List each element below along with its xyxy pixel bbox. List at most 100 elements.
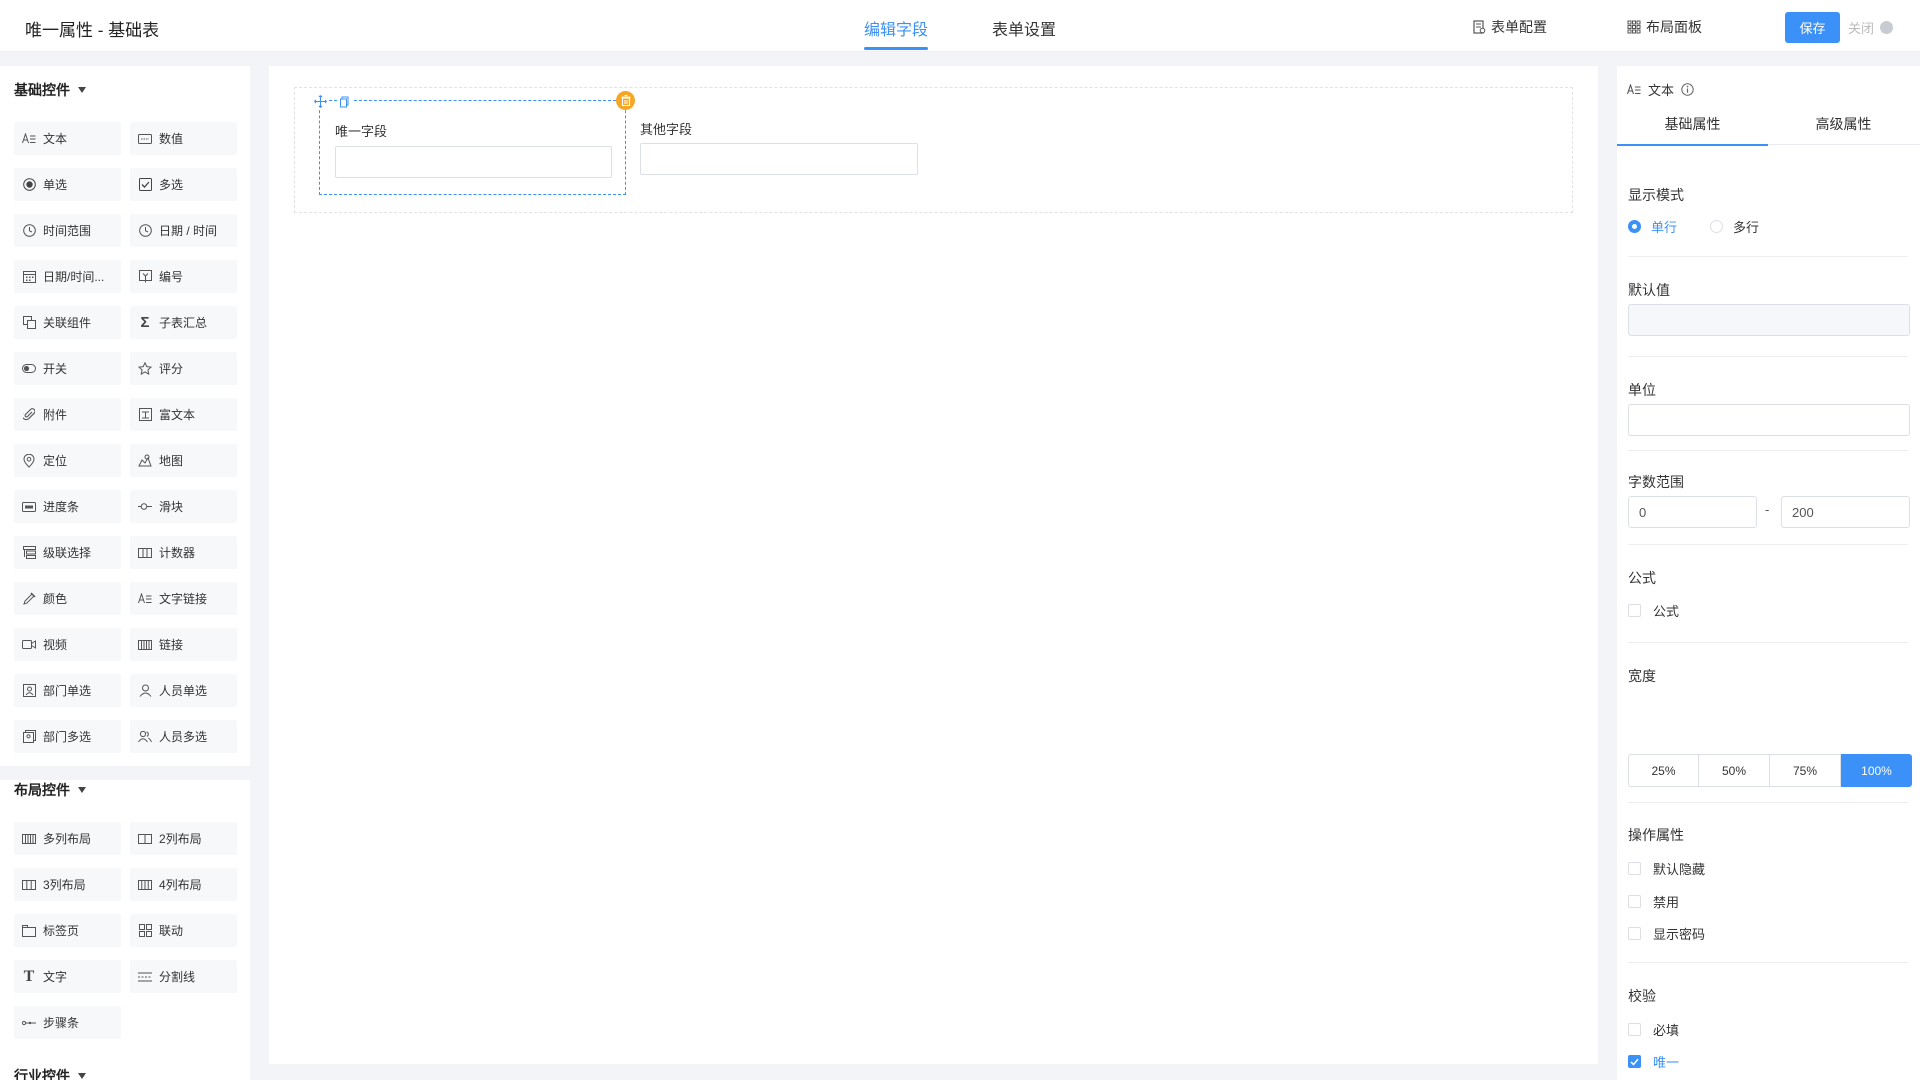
sigma-icon: Σ	[140, 314, 150, 331]
checkbox-disabled[interactable]: 禁用	[1628, 892, 1679, 911]
char-range-max-input[interactable]: 200	[1781, 496, 1910, 528]
widget-star[interactable]: 评分	[130, 352, 237, 385]
progress-icon	[22, 500, 36, 514]
widget-toggle[interactable]: 开关	[14, 352, 121, 385]
width-option-50[interactable]: 50%	[1699, 754, 1770, 787]
widget-clock[interactable]: 日期 / 时间	[130, 214, 237, 247]
checkbox-required[interactable]: 必填	[1628, 1020, 1679, 1039]
field-input-other[interactable]	[640, 143, 918, 175]
widget-label: 文字链接	[159, 592, 208, 606]
text-link-icon	[138, 592, 152, 606]
widget-label: 地图	[159, 454, 184, 468]
clock-icon	[22, 224, 36, 238]
width-option-100[interactable]: 100%	[1841, 754, 1912, 787]
tab-basic-properties[interactable]: 基础属性	[1617, 103, 1768, 146]
field-unique-selected[interactable]: 唯一字段	[313, 91, 635, 195]
tab-advanced-properties[interactable]: 高级属性	[1768, 103, 1919, 145]
widget-label: 进度条	[43, 500, 80, 514]
widget-departments[interactable]: 部门多选	[14, 720, 121, 753]
widget-steps[interactable]: 步骤条	[14, 1006, 121, 1039]
department-icon	[22, 684, 36, 698]
widget-users[interactable]: 人员多选	[130, 720, 237, 753]
form-config-label: 表单配置	[1491, 19, 1547, 35]
widget-label: 关联组件	[43, 316, 92, 330]
toggle-icon	[22, 362, 36, 376]
divider	[1628, 356, 1908, 357]
widget-text[interactable]: 文本	[14, 122, 121, 155]
four-columns-icon	[138, 878, 152, 892]
widget-user[interactable]: 人员单选	[130, 674, 237, 707]
widget-tabs[interactable]: 标签页	[14, 914, 121, 947]
checkbox-formula[interactable]: 公式	[1628, 601, 1679, 620]
move-handle-icon[interactable]	[313, 94, 328, 109]
properties-panel: 文本 基础属性 高级属性 显示模式 单行 多行 默认值 单位 字数范围 0 - …	[1617, 66, 1920, 1080]
widget-paperclip[interactable]: 附件	[14, 398, 121, 431]
widget-text-link[interactable]: 文字链接	[130, 582, 237, 615]
star-icon	[138, 362, 152, 376]
field-input-unique[interactable]	[335, 146, 612, 178]
delete-field-icon[interactable]	[616, 91, 635, 110]
widget-number[interactable]: 数值	[130, 122, 237, 155]
widget-video[interactable]: 视频	[14, 628, 121, 661]
widget-calendar[interactable]: 日期/时间...	[14, 260, 121, 293]
widget-three-columns[interactable]: 3列布局	[14, 868, 121, 901]
radio-single-line[interactable]: 单行	[1628, 217, 1677, 236]
widget-department[interactable]: 部门单选	[14, 674, 121, 707]
checkbox-unique[interactable]: 唯一	[1628, 1052, 1679, 1071]
tab-form-settings[interactable]: 表单设置	[992, 16, 1056, 50]
checkbox-show-password[interactable]: 显示密码	[1628, 924, 1705, 943]
widget-divider[interactable]: 分割线	[130, 960, 237, 993]
info-icon[interactable]	[1681, 83, 1694, 96]
close-button[interactable]: 关闭	[1848, 18, 1894, 37]
form-row[interactable]: 唯一字段 其他字段	[294, 87, 1573, 213]
widget-map[interactable]: 地图	[130, 444, 237, 477]
checkbox-formula-label: 公式	[1653, 604, 1680, 619]
widget-label: 2列布局	[159, 832, 202, 846]
section-industry-controls[interactable]: 行业控件	[14, 1066, 86, 1080]
save-button[interactable]: 保存	[1785, 12, 1840, 43]
widget-radio[interactable]: 单选	[14, 168, 121, 201]
widget-link-component[interactable]: 关联组件	[14, 306, 121, 339]
copy-icon[interactable]	[337, 94, 352, 109]
widget-label: 日期/时间...	[43, 270, 105, 284]
width-option-75[interactable]: 75%	[1770, 754, 1841, 787]
widget-richtext[interactable]: 富文本	[130, 398, 237, 431]
video-icon	[22, 638, 36, 652]
widget-grid[interactable]: 联动	[130, 914, 237, 947]
checkbox-default-hidden[interactable]: 默认隐藏	[1628, 859, 1705, 878]
widget-counter[interactable]: 计数器	[130, 536, 237, 569]
caret-down-icon	[78, 1073, 86, 1079]
width-option-25[interactable]: 25%	[1628, 754, 1699, 787]
widget-columns[interactable]: 多列布局	[14, 822, 121, 855]
widget-checkbox[interactable]: 多选	[130, 168, 237, 201]
form-config-button[interactable]: 表单配置	[1472, 17, 1547, 37]
tab-edit-fields[interactable]: 编辑字段	[864, 16, 929, 50]
widget-color-picker[interactable]: 颜色	[14, 582, 121, 615]
divider	[1628, 544, 1908, 545]
user-icon	[138, 684, 152, 698]
text-icon	[1627, 83, 1641, 96]
widget-progress[interactable]: 进度条	[14, 490, 121, 523]
widget-sigma[interactable]: Σ 子表汇总	[130, 306, 237, 339]
widget-link[interactable]: 链接	[130, 628, 237, 661]
widget-label: 日期 / 时间	[159, 224, 218, 238]
section-basic-controls[interactable]: 基础控件	[14, 80, 86, 100]
widget-cascade[interactable]: 级联选择	[14, 536, 121, 569]
section-layout-controls[interactable]: 布局控件	[14, 780, 86, 800]
checkbox-default-hidden-label: 默认隐藏	[1653, 862, 1706, 877]
widget-slider[interactable]: 滑块	[130, 490, 237, 523]
widget-serial[interactable]: 编号	[130, 260, 237, 293]
label-char-range: 字数范围	[1628, 474, 1684, 490]
widget-typography[interactable]: T 文字	[14, 960, 121, 993]
widget-label: 联动	[159, 924, 184, 938]
widget-label: 滑块	[159, 500, 184, 514]
layout-panel-button[interactable]: 布局面板	[1627, 17, 1702, 37]
widget-four-columns[interactable]: 4列布局	[130, 868, 237, 901]
default-value-input[interactable]	[1628, 304, 1910, 336]
unit-input[interactable]	[1628, 404, 1910, 436]
radio-multi-line[interactable]: 多行	[1710, 217, 1759, 236]
widget-clock[interactable]: 时间范围	[14, 214, 121, 247]
widget-two-columns[interactable]: 2列布局	[130, 822, 237, 855]
widget-location[interactable]: 定位	[14, 444, 121, 477]
char-range-min-input[interactable]: 0	[1628, 496, 1757, 528]
